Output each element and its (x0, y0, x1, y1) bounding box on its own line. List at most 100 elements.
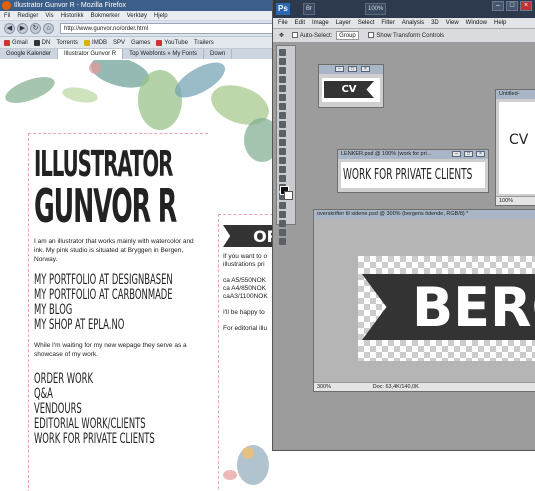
ps-menu-window[interactable]: Window (466, 18, 487, 28)
hand-tool[interactable] (279, 229, 286, 236)
menu-tools[interactable]: Verktøy (127, 11, 147, 20)
ps-menu-file[interactable]: File (278, 18, 288, 28)
address-bar[interactable]: http://www.gunvor.no/order.html (60, 23, 275, 34)
link-shop-epla[interactable]: MY SHOP AT EPLA.NO (34, 318, 135, 333)
clone-stamp-tool[interactable] (279, 121, 286, 128)
bookmark-gmail[interactable]: Gmail (4, 37, 28, 48)
document-cv-small[interactable]: – □ × CV (318, 64, 384, 108)
doc-untitled-titlebar[interactable]: Untitled- (496, 90, 535, 99)
doc-untitled-canvas: CV (499, 102, 535, 194)
link-order-work[interactable]: ORDER WORK (34, 372, 135, 387)
bookmark-trailers[interactable]: Trailers (194, 37, 214, 48)
auto-select-checkbox[interactable] (291, 32, 298, 38)
dn-icon (33, 39, 40, 46)
zoom-tool[interactable] (279, 238, 286, 245)
link-vendours[interactable]: VENDOURS (34, 402, 135, 417)
reload-icon[interactable]: ↻ (30, 23, 41, 34)
forward-arrow-icon[interactable]: ▶ (17, 23, 28, 34)
history-brush-tool[interactable] (279, 130, 286, 137)
auto-select-dropdown[interactable]: Group (336, 31, 359, 40)
blur-tool[interactable] (279, 157, 286, 164)
close-icon[interactable]: × (520, 1, 532, 11)
maximize-icon[interactable]: □ (506, 1, 518, 11)
doc-minimize-icon[interactable]: – (335, 66, 344, 72)
doc-cv-titlebar[interactable]: – □ × (319, 65, 383, 74)
work-private-clients-text: WORK FOR PRIVATE CLIENTS (343, 165, 473, 183)
doc-lenker-close-icon[interactable]: × (476, 151, 485, 157)
menu-help[interactable]: Hjelp (154, 11, 168, 20)
document-overskrifter[interactable]: overskrifter til sidene.psd @ 300% (berg… (313, 209, 535, 392)
happy-text: I'll be happy to (223, 309, 265, 316)
doc-overskrifter-titlebar[interactable]: overskrifter til sidene.psd @ 300% (berg… (314, 210, 535, 219)
document-untitled[interactable]: Untitled- CV 100% (495, 89, 535, 206)
link-portfolio-carbonmade[interactable]: MY PORTFOLIO AT CARBONMADE (34, 288, 173, 303)
menu-view[interactable]: Vis (45, 11, 53, 20)
crop-tool[interactable] (279, 85, 286, 92)
move-tool-icon[interactable]: ✥ (279, 33, 284, 39)
ps-menu-select[interactable]: Select (358, 18, 375, 28)
ps-menu-edit[interactable]: Edit (295, 18, 305, 28)
doc-lenker-minimize-icon[interactable]: – (452, 151, 461, 157)
dodge-tool[interactable] (279, 166, 286, 173)
order-intro-1: If you want to o (223, 253, 268, 260)
zoom-level-field[interactable]: 100% (365, 3, 387, 15)
document-lenker[interactable]: LENKER.psd @ 100% (work for pri... – □ ×… (337, 149, 489, 193)
bergen-ribbon: BERGE (362, 274, 535, 340)
3d-rotate-tool[interactable] (279, 211, 286, 218)
bookmark-imdb[interactable]: IMDB (84, 37, 107, 48)
bookmark-dn[interactable]: DN (33, 37, 50, 48)
bookmark-games[interactable]: Games (131, 37, 150, 48)
doc-close-icon[interactable]: × (361, 66, 370, 72)
transparent-canvas: BERGE (358, 256, 535, 361)
order-intro-2: illustrations pri (223, 261, 265, 268)
shape-tool[interactable] (279, 202, 286, 209)
ps-menu-image[interactable]: Image (312, 18, 329, 28)
doc-lenker-titlebar[interactable]: LENKER.psd @ 100% (work for pri... – □ × (338, 150, 488, 159)
link-work-private-clients[interactable]: WORK FOR PRIVATE CLIENTS (34, 432, 155, 447)
tab-top-webfonts[interactable]: Top Webfonts » My Fonts (123, 49, 204, 59)
ps-menu-filter[interactable]: Filter (381, 18, 394, 28)
ps-menu-view[interactable]: View (446, 18, 459, 28)
healing-tool[interactable] (279, 103, 286, 110)
youtube-icon (156, 39, 163, 46)
bookmark-youtube[interactable]: YouTube (156, 37, 188, 48)
doc-lenker-maximize-icon[interactable]: □ (464, 151, 473, 157)
link-my-blog[interactable]: MY BLOG (34, 303, 135, 318)
show-transform-checkbox[interactable] (368, 32, 375, 38)
brush-tool[interactable] (279, 112, 286, 119)
bookmark-torrents[interactable]: Torrents (56, 37, 78, 48)
gradient-tool[interactable] (279, 148, 286, 155)
menu-edit[interactable]: Rediger (17, 11, 38, 20)
home-icon[interactable]: ⌂ (43, 23, 54, 34)
3d-orbit-tool[interactable] (279, 220, 286, 227)
tab-illustrator-gunvor[interactable]: Illustrator Gunvor R (58, 49, 124, 59)
ps-menu-3d[interactable]: 3D (431, 18, 439, 28)
link-portfolio-designbasen[interactable]: MY PORTFOLIO AT DESIGNBASEN (34, 273, 173, 288)
tab-google-calendar[interactable]: Google Kalender (0, 49, 59, 59)
bridge-button[interactable]: Br (303, 3, 315, 15)
background-color-swatch[interactable] (284, 191, 293, 200)
quick-select-tool[interactable] (279, 76, 286, 83)
marquee-tool[interactable] (279, 58, 286, 65)
minimize-icon[interactable]: – (492, 1, 504, 11)
intro-text: I am an illustrator that works mainly wi… (34, 238, 194, 263)
ps-menu-analysis[interactable]: Analysis (402, 18, 424, 28)
menu-history[interactable]: Historikk (61, 11, 84, 20)
lasso-tool[interactable] (279, 67, 286, 74)
pen-tool[interactable] (279, 175, 286, 182)
back-arrow-icon[interactable]: ◀ (4, 23, 15, 34)
move-tool[interactable] (279, 49, 286, 56)
ps-menu-layer[interactable]: Layer (336, 18, 351, 28)
doc-cv-canvas: CV (322, 78, 380, 102)
link-editorial-work[interactable]: EDITORIAL WORK/CLIENTS (34, 417, 146, 432)
eraser-tool[interactable] (279, 139, 286, 146)
menu-file[interactable]: Fil (4, 11, 10, 20)
tab-downloads[interactable]: Down (204, 49, 233, 59)
link-qa[interactable]: Q&A (34, 387, 135, 402)
bookmark-spv[interactable]: SPV (113, 37, 125, 48)
menu-bookmarks[interactable]: Bokmerker (91, 11, 120, 20)
eyedropper-tool[interactable] (279, 94, 286, 101)
ps-menu-help[interactable]: Help (494, 18, 506, 28)
doc-maximize-icon[interactable]: □ (348, 66, 357, 72)
left-content-column: ILLUSTRATOR GUNVOR R I am an illustrator… (28, 133, 208, 491)
